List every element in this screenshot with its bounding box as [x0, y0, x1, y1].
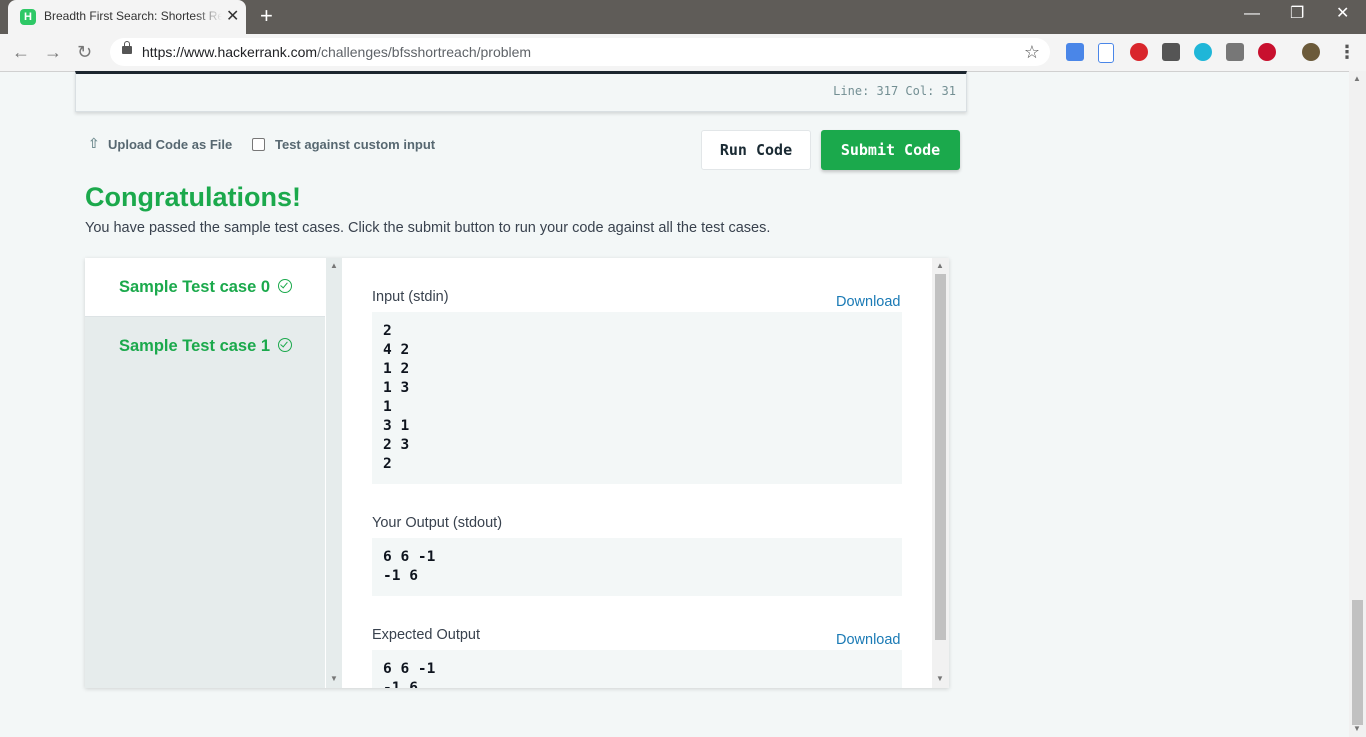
- chat-extension-icon[interactable]: [1226, 43, 1244, 61]
- upload-icon: [88, 135, 100, 152]
- tab-title: Breadth First Search: Shortest Reach: [44, 9, 222, 23]
- custom-input-checkbox[interactable]: [252, 138, 265, 151]
- scrollbar-thumb[interactable]: [935, 274, 946, 640]
- code-line: 4 2: [383, 342, 410, 358]
- scroll-down-icon[interactable]: ▼: [1353, 725, 1361, 733]
- url-text[interactable]: https://www.hackerrank.com/challenges/bf…: [142, 44, 531, 60]
- reload-icon[interactable]: ↻: [77, 40, 92, 64]
- scroll-down-icon[interactable]: ▼: [330, 675, 338, 683]
- page-scrollbar[interactable]: ▲ ▼: [1349, 71, 1366, 737]
- code-line: -1 6: [383, 680, 418, 688]
- translate-extension-icon[interactable]: [1066, 43, 1084, 61]
- close-tab-icon[interactable]: ✕: [226, 7, 239, 27]
- test-results-panel: Sample Test case 0 Sample Test case 1 ▲ …: [85, 258, 949, 688]
- back-icon[interactable]: ←: [12, 40, 30, 64]
- code-line: 2 3: [383, 437, 410, 453]
- result-message: You have passed the sample test cases. C…: [85, 220, 771, 236]
- code-line: 6 6 -1: [383, 549, 436, 565]
- menu-icon[interactable]: ⋮: [1338, 40, 1356, 64]
- custom-input-label: Test against custom input: [275, 137, 436, 152]
- code-line: 1: [383, 399, 392, 415]
- forward-icon[interactable]: →: [44, 40, 62, 64]
- code-line: 1 3: [383, 380, 410, 396]
- input-label: Input (stdin): [372, 289, 449, 305]
- detail-scrollbar[interactable]: ▲ ▼: [932, 258, 949, 688]
- lock-icon: [122, 41, 132, 54]
- hackerrank-favicon-icon: H: [20, 9, 36, 25]
- output-label: Your Output (stdout): [372, 515, 503, 531]
- browser-titlebar: H Breadth First Search: Shortest Reach ✕…: [0, 0, 1366, 34]
- restore-icon[interactable]: ❐: [1290, 4, 1304, 24]
- profile-avatar[interactable]: [1302, 43, 1320, 61]
- test-case-list-scrollbar[interactable]: ▲ ▼: [326, 258, 342, 688]
- minimize-icon[interactable]: —: [1244, 4, 1260, 24]
- test-case-tab-0[interactable]: Sample Test case 0: [85, 258, 325, 317]
- test-case-detail: Input (stdin) Download 2 4 2 1 2 1 3 1 3 1 2 3…: [342, 258, 932, 688]
- code-editor-footer: Line: 317 Col: 31: [75, 71, 967, 112]
- editor-cursor-status: Line: 317 Col: 31: [833, 84, 956, 98]
- test-case-label: Sample Test case 1: [119, 337, 271, 355]
- expected-label: Expected Output: [372, 627, 481, 643]
- window-close-icon[interactable]: ✕: [1336, 4, 1349, 24]
- scroll-up-icon[interactable]: ▲: [330, 262, 338, 270]
- scroll-up-icon[interactable]: ▲: [936, 262, 944, 270]
- input-code-box: 2 4 2 1 2 1 3 1 3 1 2 3 2: [372, 312, 902, 484]
- code-line: 2: [383, 456, 392, 472]
- test-case-label: Sample Test case 0: [119, 278, 271, 296]
- code-line: 6 6 -1: [383, 661, 436, 677]
- new-tab-icon[interactable]: +: [260, 4, 273, 28]
- test-case-tab-1[interactable]: Sample Test case 1: [85, 317, 325, 376]
- run-code-button[interactable]: Run Code: [701, 130, 811, 170]
- download-input-link[interactable]: Download: [836, 294, 901, 310]
- docs-extension-icon[interactable]: [1098, 43, 1114, 63]
- react-extension-icon[interactable]: [1194, 43, 1212, 61]
- custom-input-toggle[interactable]: Test against custom input: [252, 137, 435, 152]
- output-code-box: 6 6 -1 -1 6: [372, 538, 902, 596]
- star-icon[interactable]: ☆: [1024, 41, 1040, 63]
- code-line: 2: [383, 323, 392, 339]
- browser-tab[interactable]: H Breadth First Search: Shortest Reach ✕: [8, 0, 246, 34]
- test-case-list: Sample Test case 0 Sample Test case 1: [85, 258, 325, 688]
- download-expected-link[interactable]: Download: [836, 632, 901, 648]
- check-circle-icon: [278, 279, 293, 293]
- submit-code-button[interactable]: Submit Code: [821, 130, 960, 170]
- code-line: -1 6: [383, 568, 418, 584]
- expected-code-box: 6 6 -1 -1 6: [372, 650, 902, 688]
- upload-label: Upload Code as File: [108, 137, 233, 152]
- check-circle-icon: [278, 338, 293, 352]
- upload-code-link[interactable]: Upload Code as File: [88, 135, 233, 153]
- result-title: Congratulations!: [85, 182, 301, 212]
- address-bar[interactable]: https://www.hackerrank.com/challenges/bf…: [110, 38, 1050, 66]
- adblock-extension-icon[interactable]: [1130, 43, 1148, 61]
- browser-toolbar: ← → ↻ https://www.hackerrank.com/challen…: [0, 34, 1366, 72]
- code-line: 3 1: [383, 418, 410, 434]
- block-extension-icon[interactable]: [1258, 43, 1276, 61]
- scrollbar-thumb[interactable]: [1352, 600, 1363, 725]
- pin-extension-icon[interactable]: [1162, 43, 1180, 61]
- scroll-up-icon[interactable]: ▲: [1353, 75, 1361, 83]
- scroll-down-icon[interactable]: ▼: [936, 675, 944, 683]
- code-line: 1 2: [383, 361, 410, 377]
